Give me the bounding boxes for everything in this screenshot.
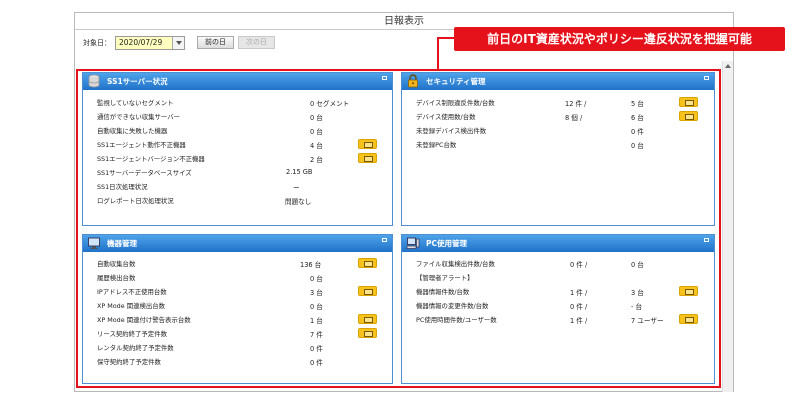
- prev-day-button[interactable]: 前の日: [197, 36, 234, 49]
- date-label: 対象日：: [83, 38, 111, 47]
- date-select[interactable]: 2020/07/29: [115, 35, 185, 50]
- next-day-button[interactable]: 次の日: [238, 36, 275, 49]
- callout-connector-horizontal: [437, 37, 455, 39]
- callout-banner: 前日のIT資産状況やポリシー違反状況を把握可能: [454, 27, 785, 51]
- toolbar: 対象日： 2020/07/29 前の日 次の日: [83, 35, 275, 50]
- callout-connector-vertical: [437, 37, 439, 69]
- chevron-down-icon[interactable]: [172, 36, 184, 49]
- date-value: 2020/07/29: [119, 38, 163, 47]
- highlight-frame: [76, 69, 721, 388]
- scroll-up-icon[interactable]: [725, 64, 731, 68]
- vertical-scrollbar[interactable]: [722, 61, 733, 392]
